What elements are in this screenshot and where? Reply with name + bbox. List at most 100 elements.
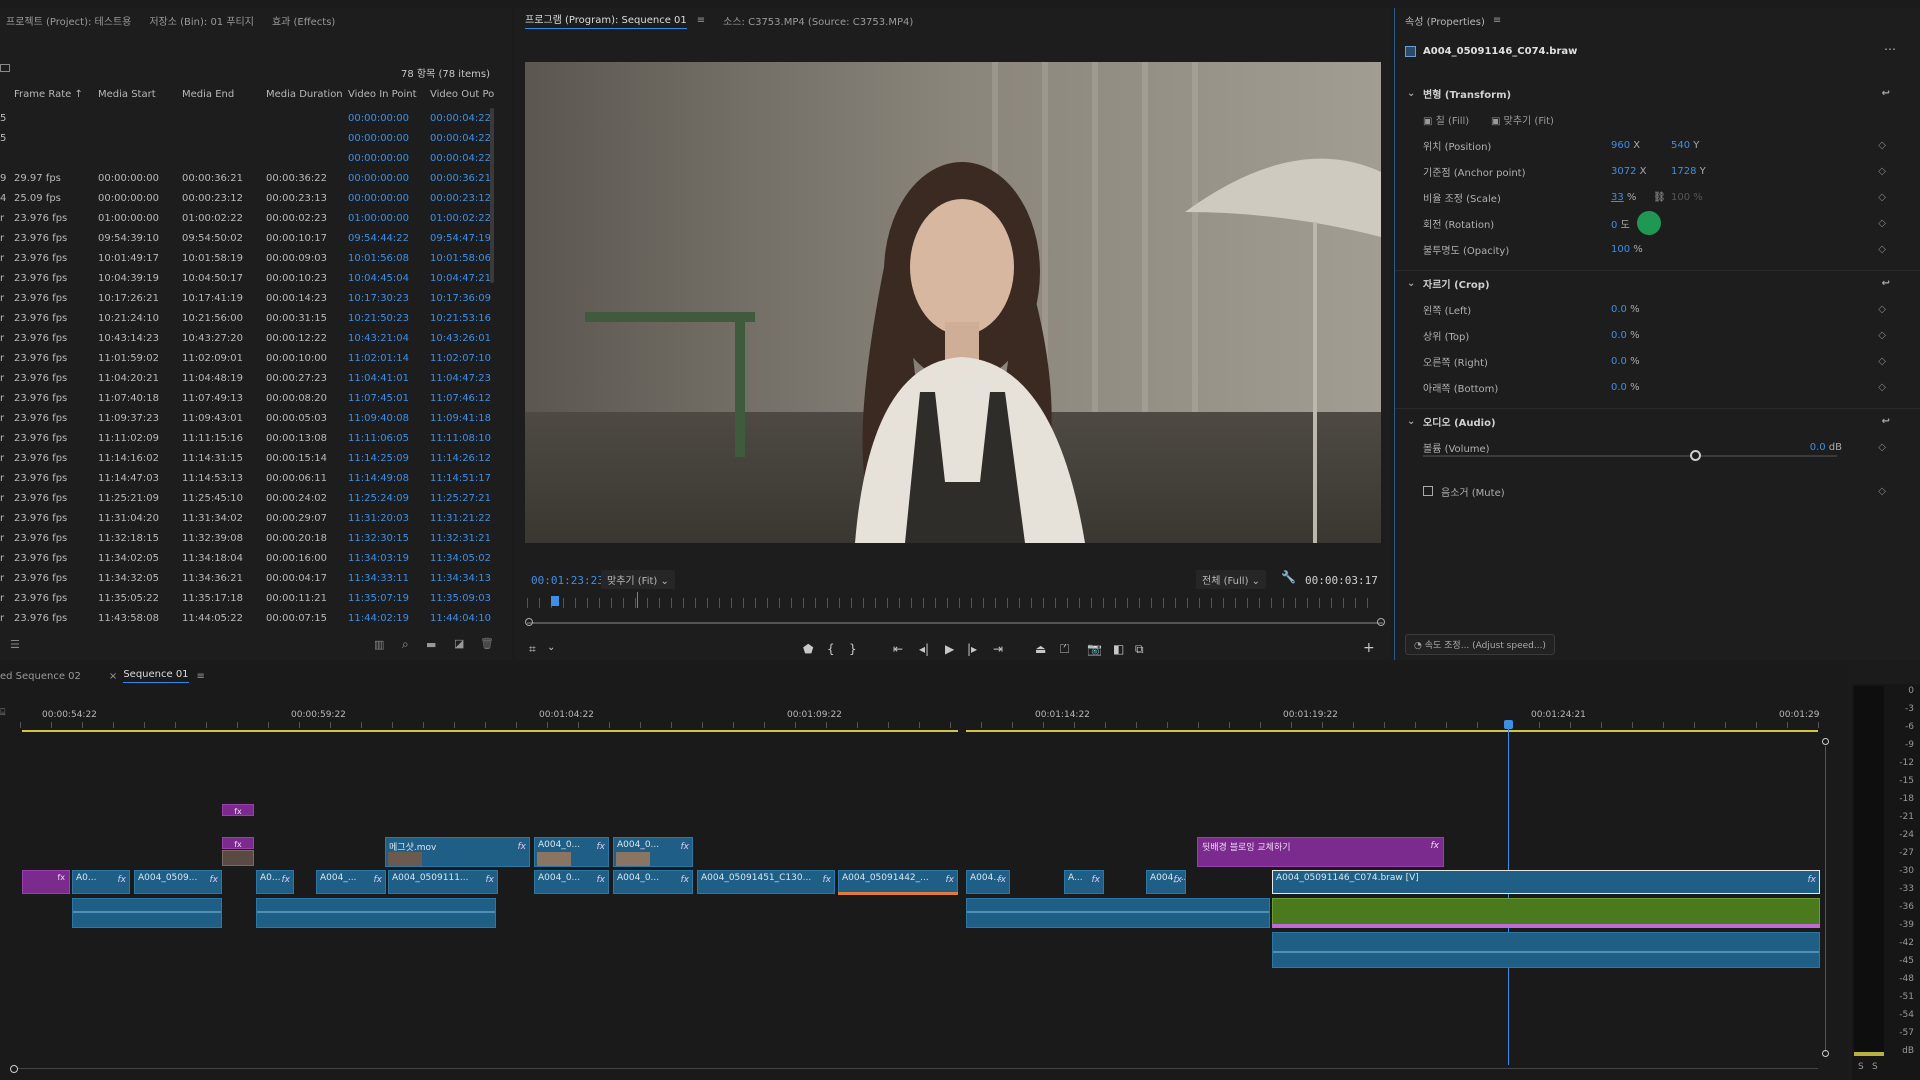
col-video-in[interactable]: Video In Point bbox=[348, 89, 430, 100]
menu-icon[interactable]: ≡ bbox=[697, 15, 705, 26]
tab-sequence-01[interactable]: Sequence 01 bbox=[123, 669, 189, 683]
clip-v1[interactable]: A0... fx bbox=[72, 870, 130, 894]
volume-slider-handle[interactable] bbox=[1690, 450, 1701, 461]
fill-button[interactable]: ▣ 칠 (Fill) bbox=[1423, 112, 1469, 127]
col-media-duration[interactable]: Media Duration bbox=[266, 89, 348, 100]
keyframe-icon[interactable]: ◇ bbox=[1878, 166, 1886, 177]
search-icon[interactable]: ⌕ bbox=[402, 637, 409, 652]
table-row[interactable]: r 23.976 fps 10:04:39:19 10:04:50:17 00:00:1… bbox=[0, 268, 495, 288]
scale-value[interactable]: 33 % bbox=[1611, 192, 1636, 203]
lift-icon[interactable]: ⏏ bbox=[1035, 642, 1046, 656]
audio-clip-a2[interactable] bbox=[1272, 932, 1820, 968]
opacity-value[interactable]: 100 % bbox=[1611, 244, 1643, 255]
crop-left-value[interactable]: 0.0 % bbox=[1611, 304, 1640, 315]
table-row[interactable]: r 23.976 fps 11:07:40:18 11:07:49:13 00:00:0… bbox=[0, 388, 495, 408]
play-icon[interactable]: ▶ bbox=[945, 642, 954, 656]
add-button-icon[interactable]: + bbox=[1363, 640, 1375, 656]
table-row[interactable]: r 23.976 fps 11:14:47:03 11:14:53:13 00:00:0… bbox=[0, 468, 495, 488]
add-marker-icon[interactable]: ⬟ bbox=[803, 642, 813, 656]
tab-program[interactable]: 프로그램 (Program): Sequence 01 bbox=[525, 11, 687, 29]
mark-out-icon[interactable]: } bbox=[849, 642, 857, 656]
wrench-icon[interactable]: 🔧 bbox=[1281, 570, 1296, 584]
reset-icon[interactable]: ↩ bbox=[1882, 88, 1890, 99]
mute-checkbox[interactable] bbox=[1423, 486, 1433, 496]
trash-icon[interactable]: 🗑 bbox=[480, 637, 494, 650]
reset-icon[interactable]: ↩ bbox=[1882, 278, 1890, 289]
playhead-marker[interactable] bbox=[551, 596, 559, 606]
chevron-down-icon[interactable]: ⌄ bbox=[1407, 88, 1415, 99]
table-row[interactable]: 5 00:00:00:00 00:00:04:22 bbox=[0, 128, 495, 148]
table-row[interactable]: r 23.976 fps 11:32:18:15 11:32:39:08 00:00:2… bbox=[0, 528, 495, 548]
table-row[interactable]: r 23.976 fps 11:25:21:09 11:25:45:10 00:00:2… bbox=[0, 488, 495, 508]
tab-properties[interactable]: 속성 (Properties) bbox=[1405, 13, 1485, 28]
clip-v1[interactable]: A004_0509... fx bbox=[134, 870, 222, 894]
zoom-select[interactable]: 맞추기 (Fit) ⌄ bbox=[601, 570, 675, 589]
close-icon[interactable]: × bbox=[109, 671, 117, 682]
clip-v1[interactable]: A004_... fx bbox=[316, 870, 386, 894]
clip-v1-purple[interactable]: fx bbox=[22, 870, 70, 894]
anchor-y[interactable]: 1728 Y bbox=[1671, 166, 1706, 177]
export-frame-icon[interactable]: 📷 bbox=[1087, 642, 1102, 656]
volume-slider[interactable] bbox=[1423, 455, 1837, 457]
table-row[interactable]: r 23.976 fps 11:34:32:05 11:34:36:21 00:00:0… bbox=[0, 568, 495, 588]
keyframe-icon[interactable]: ◇ bbox=[1878, 330, 1886, 341]
clip-v2-a004[interactable]: A004_0... fx bbox=[534, 837, 609, 867]
audio-clip[interactable] bbox=[966, 898, 1270, 928]
mark-in-icon[interactable]: { bbox=[827, 642, 835, 656]
clip-v1[interactable]: A004_0... fx bbox=[613, 870, 693, 894]
fit-button[interactable]: ▣ 맞추기 (Fit) bbox=[1491, 112, 1554, 127]
table-row[interactable]: 4 25.09 fps 00:00:00:00 00:00:23:12 00:00:23… bbox=[0, 188, 495, 208]
tab-sequence-02[interactable]: ed Sequence 02 bbox=[0, 671, 81, 682]
table-row[interactable]: r 23.976 fps 11:34:02:05 11:34:18:04 00:00:1… bbox=[0, 548, 495, 568]
tab-source[interactable]: 소스: C3753.MP4 (Source: C3753.MP4) bbox=[723, 13, 913, 28]
crop-top-value[interactable]: 0.0 % bbox=[1611, 330, 1640, 341]
track-scroll-handle[interactable] bbox=[1822, 738, 1829, 745]
in-point-marker[interactable] bbox=[637, 592, 638, 608]
clip-v2-a004-b[interactable]: A004_0... fx bbox=[613, 837, 693, 867]
monitor-ruler[interactable] bbox=[527, 598, 1377, 608]
menu-icon[interactable]: ≡ bbox=[1493, 15, 1501, 26]
clip-v1[interactable]: A004_05091451_C130... fx bbox=[697, 870, 835, 894]
keyframe-icon[interactable]: ◇ bbox=[1878, 442, 1886, 453]
volume-value[interactable]: 0.0 dB bbox=[1810, 442, 1842, 453]
go-to-out-icon[interactable]: ⇥ bbox=[993, 642, 1003, 656]
table-row[interactable]: r 23.976 fps 10:17:26:21 10:17:41:19 00:00:1… bbox=[0, 288, 495, 308]
new-item-icon[interactable]: ◪ bbox=[454, 637, 464, 650]
extract-icon[interactable]: ⏍ bbox=[1060, 642, 1069, 657]
step-forward-icon[interactable]: |▸ bbox=[967, 642, 977, 656]
col-frame-rate[interactable]: Frame Rate ↑ bbox=[14, 89, 98, 100]
chevron-down-icon[interactable]: ⌄ bbox=[1407, 278, 1415, 289]
list-view-icon[interactable]: ☰ bbox=[10, 638, 20, 651]
track-scrollbar[interactable] bbox=[1825, 746, 1826, 1052]
thumb-clip[interactable] bbox=[222, 850, 254, 866]
zoom-handle[interactable] bbox=[10, 1065, 18, 1073]
track-scroll-handle[interactable] bbox=[1822, 1050, 1829, 1057]
timeline-settings-icon[interactable]: ⌸ bbox=[0, 708, 5, 718]
link-icon[interactable]: ⛓ bbox=[1653, 192, 1666, 203]
tab-effects[interactable]: 효과 (Effects) bbox=[272, 13, 335, 28]
audio-clip[interactable] bbox=[256, 898, 496, 928]
tab-bin[interactable]: 저장소 (Bin): 01 푸티지 bbox=[149, 13, 254, 28]
more-options-icon[interactable]: ⋯ bbox=[1884, 42, 1896, 56]
scroll-handle-right[interactable] bbox=[1377, 618, 1385, 626]
col-video-out[interactable]: Video Out Poir bbox=[430, 89, 495, 100]
zoom-bar[interactable] bbox=[18, 1068, 1818, 1069]
clip-v1[interactable]: A004... fx bbox=[966, 870, 1010, 894]
adjust-speed-button[interactable]: ◔ 속도 조정... (Adjust speed...) bbox=[1405, 634, 1555, 655]
rotation-value[interactable]: 0 도 bbox=[1611, 216, 1630, 231]
clip-v1[interactable]: A004_... fx bbox=[1146, 870, 1186, 894]
menu-icon[interactable]: ≡ bbox=[197, 671, 205, 682]
crop-right-value[interactable]: 0.0 % bbox=[1611, 356, 1640, 367]
zoom-scrollbar[interactable] bbox=[527, 622, 1383, 624]
keyframe-icon[interactable]: ◇ bbox=[1878, 486, 1886, 497]
table-row[interactable]: r 23.976 fps 10:21:24:10 10:21:56:00 00:00:3… bbox=[0, 308, 495, 328]
col-media-end[interactable]: Media End bbox=[182, 89, 266, 100]
section-audio[interactable]: ⌄ 오디오 (Audio) ↩ bbox=[1395, 408, 1920, 434]
quality-select[interactable]: 전체 (Full) ⌄ bbox=[1196, 570, 1267, 589]
clip-v1[interactable]: A... fx bbox=[1064, 870, 1104, 894]
section-crop[interactable]: ⌄ 자르기 (Crop) ↩ bbox=[1395, 270, 1920, 296]
audio-clip[interactable] bbox=[72, 898, 222, 928]
clip-v2-mug[interactable]: 메그샷.mov fx bbox=[385, 837, 530, 867]
freeform-icon[interactable]: ▥ bbox=[374, 638, 384, 651]
clip-v1[interactable]: A004_0509111... fx bbox=[388, 870, 498, 894]
